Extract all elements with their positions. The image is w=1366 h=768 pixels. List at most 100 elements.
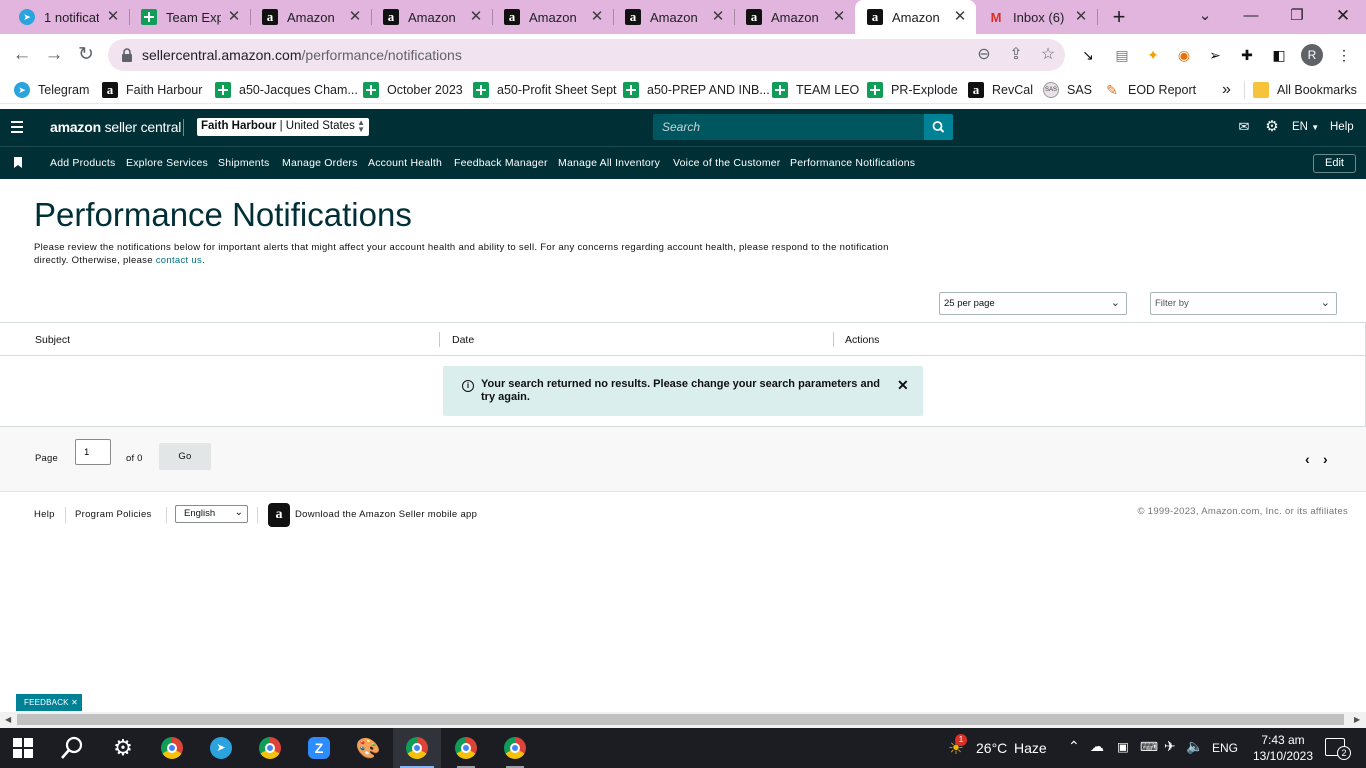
bookmark-item[interactable]: a50-PREP AND INB... bbox=[623, 81, 770, 99]
temperature[interactable]: 26°C bbox=[976, 740, 1007, 756]
footer-language-select[interactable]: English ⌄ bbox=[175, 505, 248, 523]
close-icon[interactable]: ✕ bbox=[897, 377, 909, 394]
bookmark-item[interactable]: PR-Explode bbox=[867, 81, 958, 99]
language-selector[interactable]: EN ▼ bbox=[1292, 121, 1319, 133]
browser-tab[interactable]: a Amazon ✕ bbox=[250, 0, 372, 34]
profile-avatar[interactable]: R bbox=[1301, 44, 1323, 66]
chrome-profile-icon[interactable] bbox=[503, 736, 527, 760]
filter-select[interactable]: Filter by ⌄ bbox=[1150, 292, 1337, 315]
share-icon[interactable]: ⇪ bbox=[1006, 45, 1026, 65]
nav-manage-all-inventory[interactable]: Manage All Inventory bbox=[558, 157, 660, 169]
minimize-button[interactable]: — bbox=[1236, 4, 1266, 28]
scrollbar-thumb[interactable] bbox=[17, 714, 1344, 725]
bookmark-item[interactable]: a50-Jacques Cham... bbox=[215, 81, 358, 99]
close-window-button[interactable]: ✕ bbox=[1328, 4, 1358, 28]
column-subject[interactable]: Subject bbox=[35, 334, 70, 346]
contact-us-link[interactable]: contact us bbox=[156, 255, 202, 266]
close-tab-icon[interactable]: ✕ bbox=[468, 9, 484, 25]
chrome-profile-icon[interactable] bbox=[454, 736, 478, 760]
back-button[interactable]: ← bbox=[11, 44, 33, 66]
chevron-up-icon[interactable]: ⌃ bbox=[1068, 738, 1080, 755]
browser-tab-active[interactable]: a Amazon ✕ bbox=[855, 0, 976, 34]
search-button[interactable] bbox=[924, 114, 953, 140]
close-tab-icon[interactable]: ✕ bbox=[226, 9, 242, 25]
nav-voice-of-customer[interactable]: Voice of the Customer bbox=[673, 157, 781, 169]
windows-start-icon[interactable] bbox=[13, 738, 33, 758]
extension-cursor-icon[interactable]: ↘ bbox=[1078, 45, 1098, 65]
per-page-select[interactable]: 25 per page ⌄ bbox=[939, 292, 1127, 315]
nav-performance-notifications[interactable]: Performance Notifications bbox=[790, 157, 915, 169]
extension-boost-icon[interactable]: ✦ bbox=[1143, 45, 1163, 65]
close-icon[interactable]: ✕ bbox=[71, 698, 78, 707]
bookmark-item[interactable]: a Faith Harbour bbox=[102, 81, 202, 99]
side-panel-icon[interactable]: ◧ bbox=[1269, 45, 1289, 65]
cloud-icon[interactable]: ☁ bbox=[1090, 738, 1104, 755]
telegram-icon[interactable]: ➤ bbox=[209, 736, 233, 760]
gear-icon[interactable]: ⚙ bbox=[1264, 119, 1280, 134]
browser-menu-icon[interactable]: ⋮ bbox=[1334, 45, 1354, 65]
search-icon[interactable] bbox=[60, 736, 84, 760]
bookmark-item[interactable]: TEAM LEO bbox=[772, 81, 859, 99]
paint-icon[interactable]: 🎨 bbox=[356, 736, 381, 760]
bookmark-item[interactable]: October 2023 bbox=[363, 81, 463, 99]
horizontal-scrollbar[interactable]: ◀ ▶ bbox=[0, 712, 1366, 728]
nav-shipments[interactable]: Shipments bbox=[218, 157, 269, 169]
settings-gear-icon[interactable]: ⚙ bbox=[111, 735, 135, 760]
all-bookmarks-button[interactable]: All Bookmarks bbox=[1253, 81, 1357, 99]
program-policies-link[interactable]: Program Policies bbox=[75, 509, 152, 520]
scroll-left-icon[interactable]: ◀ bbox=[5, 715, 11, 724]
scroll-right-icon[interactable]: ▶ bbox=[1354, 715, 1360, 724]
reload-button[interactable]: ↻ bbox=[75, 44, 97, 66]
input-method-icon[interactable]: ⌨ bbox=[1140, 739, 1158, 754]
close-tab-icon[interactable]: ✕ bbox=[952, 9, 968, 25]
search-input[interactable] bbox=[653, 114, 924, 140]
extension-arrow-icon[interactable]: ➢ bbox=[1205, 45, 1225, 65]
volume-icon[interactable]: 🔈 bbox=[1186, 738, 1203, 755]
zoom-icon[interactable]: ⊖ bbox=[974, 45, 994, 65]
bookmark-item[interactable]: SAS SAS bbox=[1043, 81, 1092, 99]
address-bar[interactable]: sellercentral.amazon.com/performance/not… bbox=[108, 39, 1065, 71]
edit-nav-button[interactable]: Edit bbox=[1313, 154, 1356, 173]
close-tab-icon[interactable]: ✕ bbox=[105, 9, 121, 25]
help-link[interactable]: Help bbox=[1330, 121, 1354, 133]
next-page-icon[interactable]: › bbox=[1323, 451, 1328, 467]
extensions-puzzle-icon[interactable]: ✚ bbox=[1237, 45, 1257, 65]
bookmark-item[interactable]: a50-Profit Sheet Sept bbox=[473, 81, 617, 99]
extension-keepa-icon[interactable]: ◉ bbox=[1174, 45, 1194, 65]
tab-search-icon[interactable]: ⌄ bbox=[1190, 4, 1220, 28]
account-switcher[interactable]: Faith Harbour | United States ▲ ▼ bbox=[197, 118, 369, 136]
input-language[interactable]: ENG bbox=[1212, 741, 1238, 755]
close-tab-icon[interactable]: ✕ bbox=[1073, 9, 1089, 25]
camera-icon[interactable]: ▣ bbox=[1117, 739, 1129, 754]
hamburger-menu-icon[interactable] bbox=[11, 121, 23, 133]
browser-tab[interactable]: a Amazon ✕ bbox=[492, 0, 614, 34]
mail-icon[interactable]: ✉ bbox=[1236, 120, 1252, 134]
browser-tab[interactable]: ➤ 1 notificat ✕ bbox=[0, 0, 130, 34]
footer-help-link[interactable]: Help bbox=[34, 509, 55, 520]
column-date[interactable]: Date bbox=[452, 334, 474, 346]
bookmark-item[interactable]: a RevCal bbox=[968, 81, 1033, 99]
bookmark-item[interactable]: ➤ Telegram bbox=[14, 81, 89, 99]
download-app-link[interactable]: Download the Amazon Seller mobile app bbox=[295, 509, 477, 520]
system-clock[interactable]: 7:43 am 13/10/2023 bbox=[1252, 732, 1314, 764]
browser-tab[interactable]: a Amazon ✕ bbox=[613, 0, 735, 34]
close-tab-icon[interactable]: ✕ bbox=[710, 9, 726, 25]
bookmark-star-icon[interactable]: ☆ bbox=[1038, 45, 1058, 65]
nav-explore-services[interactable]: Explore Services bbox=[126, 157, 208, 169]
more-bookmarks-button[interactable]: » bbox=[1222, 81, 1231, 99]
chrome-icon[interactable] bbox=[160, 736, 184, 760]
nav-feedback-manager[interactable]: Feedback Manager bbox=[454, 157, 548, 169]
amazon-seller-app-icon[interactable]: a bbox=[268, 503, 290, 527]
nav-add-products[interactable]: Add Products bbox=[50, 157, 115, 169]
chrome-profile-icon[interactable] bbox=[405, 736, 429, 760]
bookmark-item[interactable]: ✎ EOD Report bbox=[1104, 81, 1196, 99]
nav-manage-orders[interactable]: Manage Orders bbox=[282, 157, 358, 169]
search-field[interactable] bbox=[653, 114, 924, 140]
extension-off-icon[interactable]: ▤ bbox=[1112, 45, 1132, 65]
nav-account-health[interactable]: Account Health bbox=[368, 157, 442, 169]
close-tab-icon[interactable]: ✕ bbox=[831, 9, 847, 25]
close-tab-icon[interactable]: ✕ bbox=[347, 9, 363, 25]
zoom-icon[interactable]: Z bbox=[307, 736, 331, 760]
feedback-button[interactable]: FEEDBACK ✕ bbox=[16, 694, 82, 711]
airplane-icon[interactable]: ✈ bbox=[1164, 738, 1176, 755]
